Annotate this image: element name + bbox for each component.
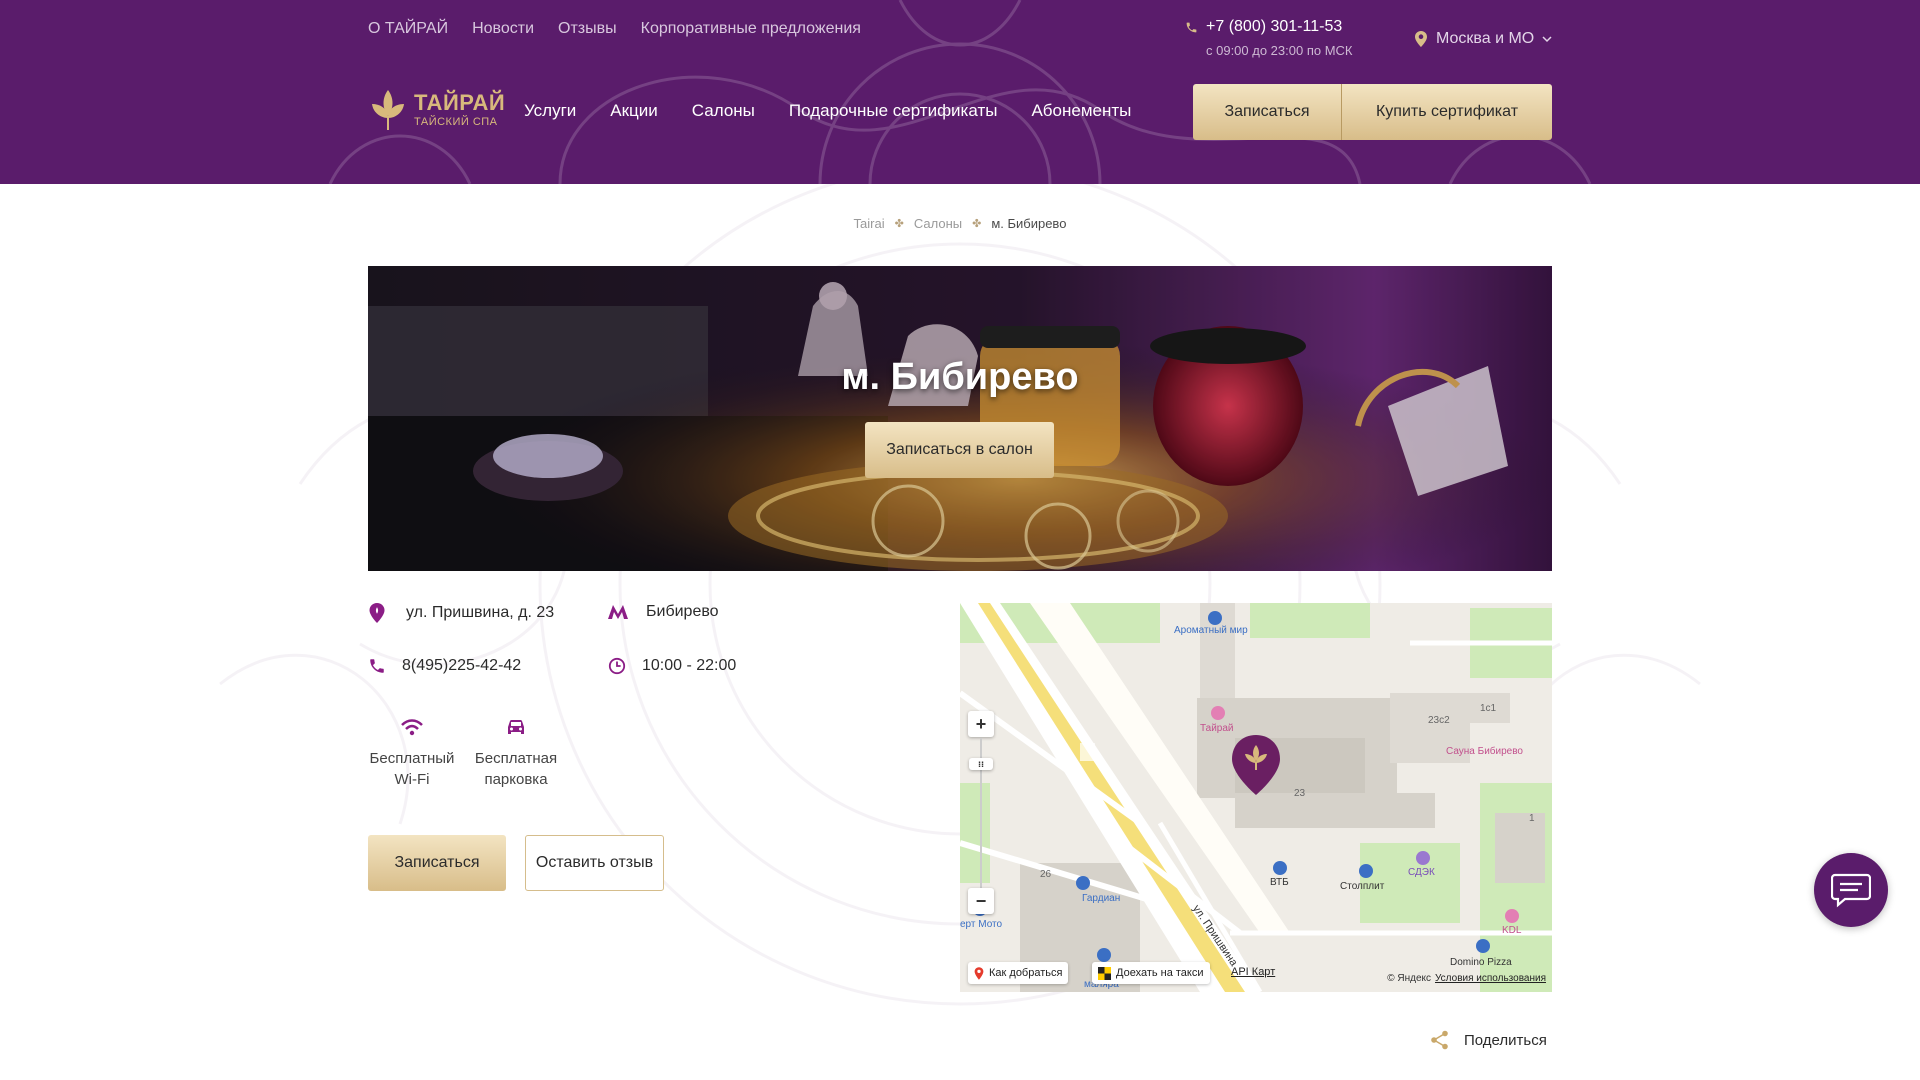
- amenity-wifi-line1: Бесплатный: [369, 750, 455, 767]
- nav-promotions[interactable]: Акции: [610, 101, 658, 121]
- region-label: Москва и МО: [1436, 30, 1535, 47]
- wifi-icon: [401, 719, 423, 736]
- map-taxi-button[interactable]: Доехать на такси: [1092, 962, 1210, 984]
- route-pin-icon: [974, 966, 984, 980]
- amenity-parking-line1: Бесплатная: [474, 750, 558, 767]
- salon-address: ул. Пришвина, д. 23: [368, 603, 554, 623]
- breadcrumb-home[interactable]: Tairai: [854, 216, 885, 231]
- chevron-down-icon: [1542, 36, 1552, 43]
- salon-map-marker-icon[interactable]: [1230, 733, 1282, 797]
- salon-metro: Бибирево: [608, 603, 719, 621]
- salon-metro-text: Бибирево: [646, 603, 719, 620]
- phone-icon: [1186, 22, 1197, 32]
- topnav-corporate[interactable]: Корпоративные предложения: [641, 20, 861, 38]
- chat-widget-button[interactable]: [1814, 853, 1888, 927]
- header-hours: с 09:00 до 23:00 по МСК: [1206, 43, 1353, 58]
- breadcrumb-separator-icon: ✤: [972, 218, 982, 230]
- header-ornament: [328, 0, 1592, 184]
- breadcrumb-separator-icon: ✤: [894, 218, 904, 230]
- leave-review-button[interactable]: Оставить отзыв: [525, 835, 664, 891]
- clock-icon: [608, 657, 626, 675]
- header-phone[interactable]: +7 (800) 301-11-53: [1206, 18, 1342, 36]
- hero-banner: м. Бибирево Записаться в салон: [368, 266, 1552, 571]
- map-taxi-label: Доехать на такси: [1116, 967, 1204, 979]
- nav-subscriptions[interactable]: Абонементы: [1031, 101, 1131, 121]
- hero-photo: [368, 266, 1552, 571]
- map-zoom-out-button[interactable]: −: [968, 888, 994, 914]
- taxi-icon: [1098, 966, 1111, 980]
- buy-certificate-button[interactable]: Купить сертификат: [1342, 84, 1552, 140]
- map-api-link[interactable]: API Карт: [1231, 966, 1275, 978]
- amenity-parking-line2: парковка: [484, 771, 548, 788]
- map-zoom-handle[interactable]: ⁝⁝: [969, 758, 993, 770]
- hero-title: м. Бибирево: [841, 356, 1079, 398]
- breadcrumb: Tairai ✤ Салоны ✤ м. Бибирево: [0, 216, 1920, 231]
- topnav-about[interactable]: О ТАЙРАЙ: [368, 20, 448, 38]
- topnav-news[interactable]: Новости: [472, 20, 534, 38]
- map-terms-link[interactable]: Условия использования: [1435, 973, 1546, 984]
- map-zoom-in-button[interactable]: +: [968, 711, 994, 737]
- header-book-button[interactable]: Записаться: [1193, 84, 1342, 140]
- site-header: О ТАЙРАЙ Новости Отзывы Корпоративные пр…: [0, 0, 1920, 184]
- salon-phone: 8(495)225-42-42: [368, 657, 521, 675]
- car-icon: [508, 720, 524, 734]
- amenity-parking: Бесплатная парковка: [471, 718, 561, 790]
- map-copyright-text: © Яндекс: [1387, 973, 1431, 984]
- share-icon: [1431, 1030, 1448, 1050]
- salon-hours-text: 10:00 - 22:00: [642, 657, 737, 674]
- nav-services[interactable]: Услуги: [524, 101, 576, 121]
- chat-icon: [1831, 873, 1871, 908]
- map-copyright: © Яндекс Условия использования: [1387, 973, 1546, 984]
- location-pin-icon: [369, 603, 385, 623]
- breadcrumb-current: м. Бибирево: [991, 216, 1067, 231]
- map-poi-icons: [973, 611, 1519, 962]
- amenity-wifi: Бесплатный Wi-Fi: [368, 718, 456, 790]
- share-label: Поделиться: [1464, 1031, 1547, 1049]
- share-button[interactable]: Поделиться: [1430, 1030, 1547, 1050]
- breadcrumb-salons[interactable]: Салоны: [914, 216, 962, 231]
- yandex-map[interactable]: Ароматный мир Тайрай Сауна Бибирево 23с2…: [960, 603, 1552, 992]
- salon-hours: 10:00 - 22:00: [608, 657, 736, 675]
- lotus-logo-icon: [372, 90, 404, 130]
- contact-block: +7 (800) 301-11-53 с 09:00 до 23:00 по М…: [1185, 18, 1353, 58]
- nav-salons[interactable]: Салоны: [692, 101, 755, 121]
- region-selector[interactable]: Москва и МО: [1414, 30, 1552, 48]
- metro-icon: [608, 605, 628, 619]
- salon-address-text: ул. Пришвина, д. 23: [406, 604, 555, 621]
- salon-phone-text[interactable]: 8(495)225-42-42: [402, 657, 521, 675]
- location-pin-icon: [1415, 31, 1427, 47]
- logo-name: ТАЙРАЙ: [414, 90, 506, 115]
- book-button[interactable]: Записаться: [368, 835, 506, 891]
- phone-icon: [370, 659, 384, 673]
- book-salon-button[interactable]: Записаться в салон: [865, 422, 1054, 478]
- amenity-wifi-line2: Wi-Fi: [394, 771, 430, 788]
- topnav-reviews[interactable]: Отзывы: [558, 20, 617, 38]
- top-nav: О ТАЙРАЙ Новости Отзывы Корпоративные пр…: [368, 20, 861, 38]
- logo[interactable]: ТАЙРАЙ ТАЙСКИЙ СПА: [368, 88, 505, 132]
- map-route-button[interactable]: Как добраться: [968, 962, 1069, 984]
- map-route-label: Как добраться: [989, 967, 1063, 979]
- nav-gift-certificates[interactable]: Подарочные сертификаты: [789, 101, 998, 121]
- logo-tagline: ТАЙСКИЙ СПА: [414, 116, 498, 128]
- main-nav: Услуги Акции Салоны Подарочные сертифика…: [524, 101, 1131, 121]
- header-buttons: Записаться Купить сертификат: [1193, 84, 1552, 140]
